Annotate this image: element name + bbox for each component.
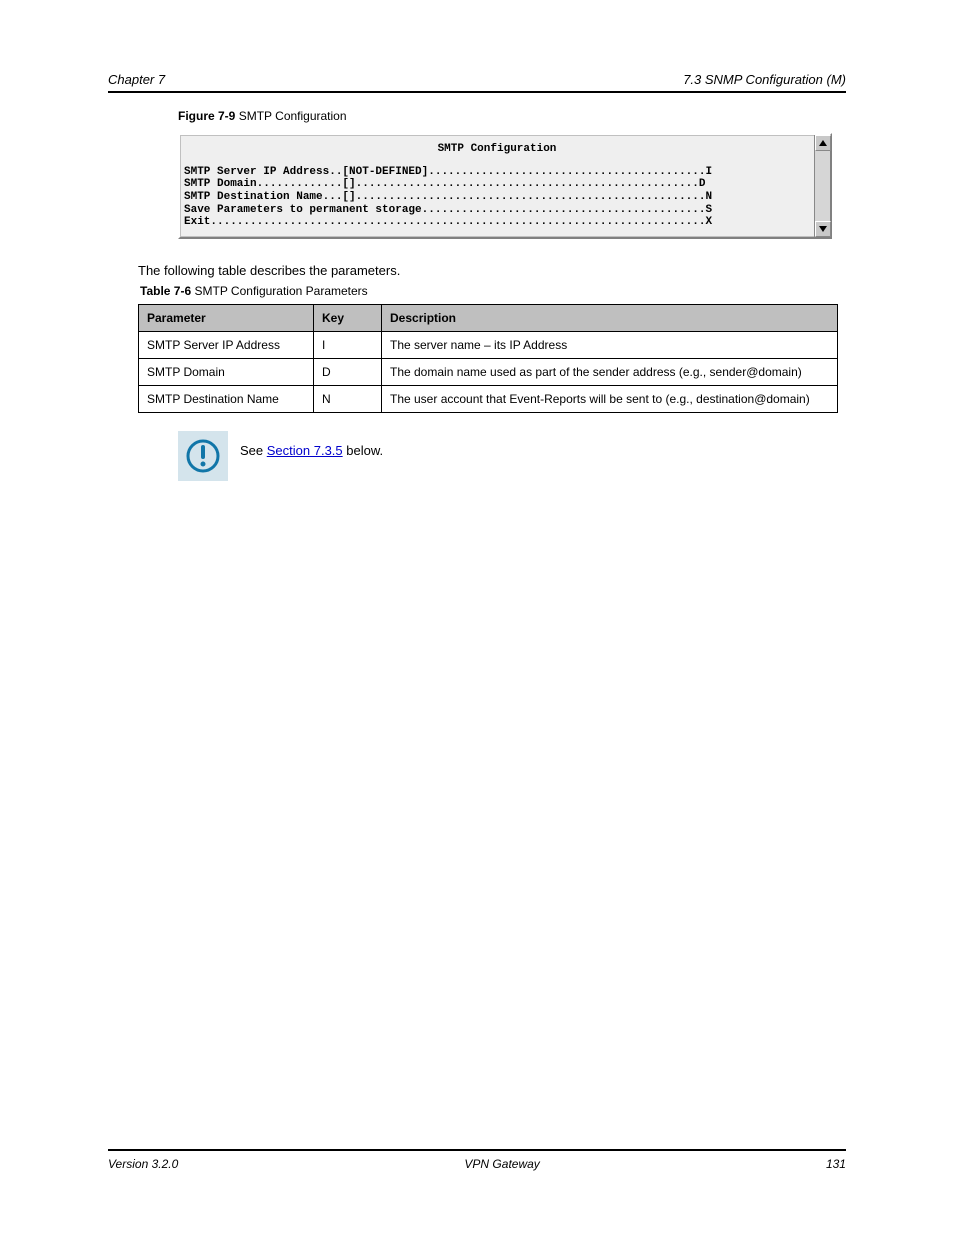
footer-product: VPN Gateway xyxy=(464,1157,539,1171)
note-link[interactable]: Section 7.3.5 xyxy=(267,443,343,458)
cell-desc: The user account that Event-Reports will… xyxy=(382,385,838,412)
cell-param: SMTP Server IP Address xyxy=(139,331,314,358)
footer-page-number: 131 xyxy=(826,1157,846,1171)
footer-version: Version 3.2.0 xyxy=(108,1157,178,1171)
figure-title: SMTP Configuration xyxy=(239,109,347,123)
note-text: See Section 7.3.5 below. xyxy=(240,431,383,458)
table-caption-title: SMTP Configuration Parameters xyxy=(194,284,367,298)
scroll-down-button[interactable] xyxy=(815,221,831,237)
cell-param: SMTP Domain xyxy=(139,358,314,385)
params-table: Parameter Key Description SMTP Server IP… xyxy=(138,304,838,413)
running-header: Chapter 7 7.3 SNMP Configuration (M) xyxy=(108,72,846,91)
col-key: Key xyxy=(314,304,382,331)
terminal-body: SMTP Configuration SMTP Server IP Addres… xyxy=(180,135,814,237)
figure-label: Figure 7-9 xyxy=(178,109,235,123)
cell-desc: The server name – its IP Address xyxy=(382,331,838,358)
section-label: 7.3 SNMP Configuration (M) xyxy=(683,72,846,87)
chevron-up-icon xyxy=(819,140,827,146)
note-block: See Section 7.3.5 below. xyxy=(178,431,846,481)
terminal-line: Save Parameters to permanent storage....… xyxy=(184,204,810,217)
params-intro-text: The following table describes the parame… xyxy=(138,263,846,278)
terminal-window: SMTP Configuration SMTP Server IP Addres… xyxy=(178,133,832,239)
chapter-label: Chapter 7 xyxy=(108,72,165,87)
col-description: Description xyxy=(382,304,838,331)
table-caption: Table 7-6 SMTP Configuration Parameters xyxy=(140,284,846,298)
col-parameter: Parameter xyxy=(139,304,314,331)
table-header-row: Parameter Key Description xyxy=(139,304,838,331)
footer-rule xyxy=(108,1149,846,1151)
cell-param: SMTP Destination Name xyxy=(139,385,314,412)
terminal-line: SMTP Server IP Address..[NOT-DEFINED]...… xyxy=(184,166,810,179)
table-row: SMTP Server IP Address I The server name… xyxy=(139,331,838,358)
chevron-down-icon xyxy=(819,226,827,232)
page-footer: Version 3.2.0 VPN Gateway 131 xyxy=(108,1149,846,1171)
cell-desc: The domain name used as part of the send… xyxy=(382,358,838,385)
cell-key: N xyxy=(314,385,382,412)
note-prefix: See xyxy=(240,443,267,458)
cell-key: D xyxy=(314,358,382,385)
scroll-up-button[interactable] xyxy=(815,135,831,151)
cell-key: I xyxy=(314,331,382,358)
terminal-title: SMTP Configuration xyxy=(184,143,810,156)
table-label: Table 7-6 xyxy=(140,284,191,298)
scrollbar[interactable] xyxy=(814,135,830,237)
terminal-line: SMTP Domain.............[]..............… xyxy=(184,178,810,191)
terminal-line: SMTP Destination Name...[]..............… xyxy=(184,191,810,204)
table-row: SMTP Domain D The domain name used as pa… xyxy=(139,358,838,385)
terminal-line: Exit....................................… xyxy=(184,216,810,229)
note-suffix: below. xyxy=(343,443,383,458)
header-rule xyxy=(108,91,846,93)
figure-caption: Figure 7-9 SMTP Configuration xyxy=(178,109,846,123)
attention-icon xyxy=(178,431,228,481)
table-row: SMTP Destination Name N The user account… xyxy=(139,385,838,412)
